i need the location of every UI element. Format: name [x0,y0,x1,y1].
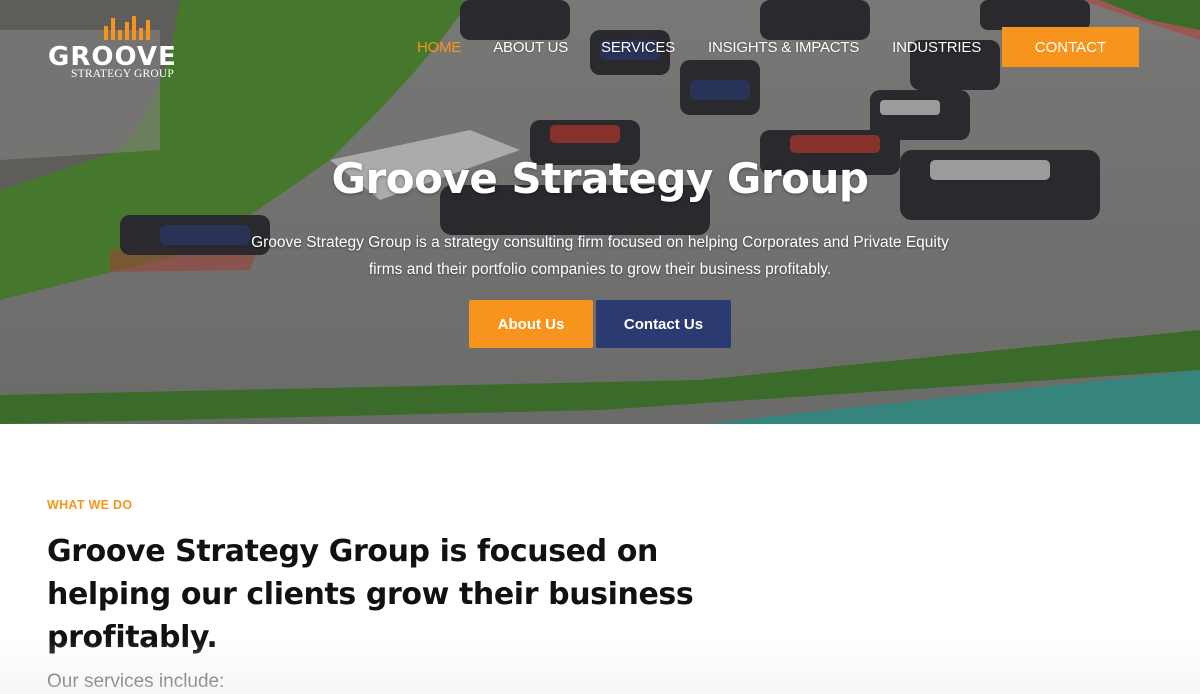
logo[interactable]: GROOVE STRATEGY GROUP [48,16,198,80]
what-we-do-section: WHAT WE DO Groove Strategy Group is focu… [47,498,767,693]
about-us-button[interactable]: About Us [469,300,593,348]
section-title: Groove Strategy Group is focused on help… [47,534,694,655]
services-lead: Our services include: [47,671,225,692]
nav-insights-impacts[interactable]: INSIGHTS & IMPACTS [708,39,859,56]
logo-subtitle: STRATEGY GROUP [71,68,175,80]
section-eyebrow: WHAT WE DO [47,498,133,512]
nav-services[interactable]: SERVICES [601,39,675,56]
logo-bars-icon [104,16,150,40]
contact-us-button[interactable]: Contact Us [596,300,731,348]
nav-home[interactable]: HOME [417,39,461,56]
logo-wordmark: GROOVE [48,42,177,72]
hero-description: Groove Strategy Group is a strategy cons… [251,234,949,278]
hero-section: GROOVE STRATEGY GROUP HOME ABOUT US SERV… [0,0,1200,424]
nav-industries[interactable]: INDUSTRIES [892,39,981,56]
hero-buttons: About Us Contact Us [469,300,731,348]
hero-title: Groove Strategy Group [331,154,869,203]
nav-about-us[interactable]: ABOUT US [493,39,568,56]
main-nav: HOME ABOUT US SERVICES INSIGHTS & IMPACT… [417,27,1014,67]
nav-contact-button[interactable]: CONTACT [1002,27,1139,67]
